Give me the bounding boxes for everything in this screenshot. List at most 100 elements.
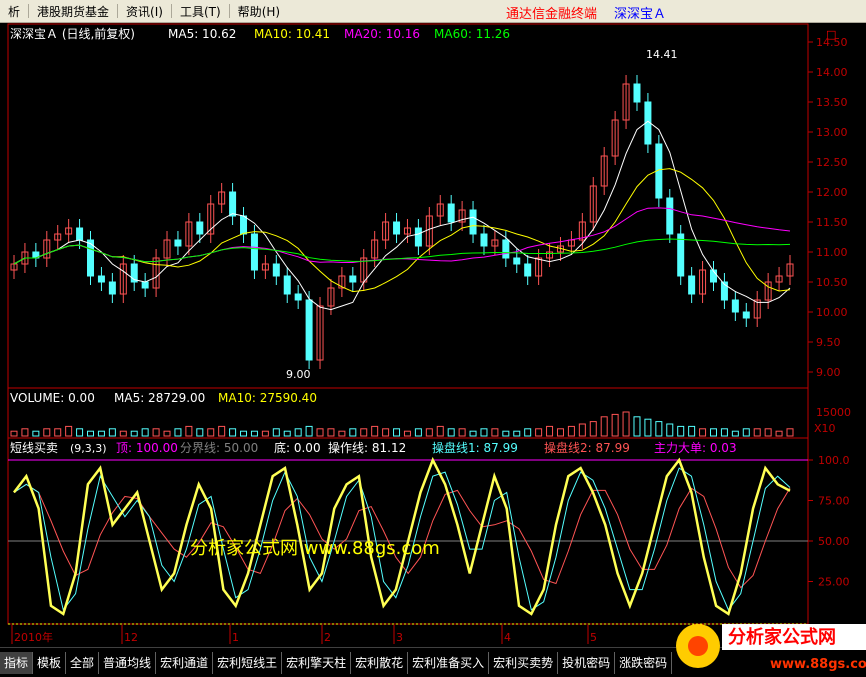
tab-4[interactable]: 宏利通道 [156, 651, 214, 674]
volume-bar [349, 428, 357, 437]
tab-3[interactable]: 普通均线 [99, 651, 157, 674]
volume-bar [546, 425, 554, 437]
volume-bar [174, 428, 182, 437]
indicator-tick-label: 50.00 [818, 535, 850, 548]
volume-bar [283, 430, 291, 437]
candle-body [633, 83, 641, 103]
volume-bar [600, 416, 608, 437]
tab-5[interactable]: 宏利短线王 [213, 651, 283, 674]
ma60-label: MA60: 11.26 [434, 27, 510, 41]
candle-body [524, 263, 532, 277]
volume-bar [382, 428, 390, 437]
moving-average-lines [13, 120, 791, 311]
volume-bar [10, 430, 18, 437]
candle-body [742, 311, 750, 319]
volume-bar [207, 428, 215, 437]
terminal-title-link[interactable]: 通达信金融终端 [506, 3, 597, 22]
volume-bar [589, 421, 597, 437]
volume-bar [425, 428, 433, 437]
watermark-text: 分析家公式网 www.88gs.com [190, 538, 440, 559]
volume-tick: 15000 [816, 406, 851, 419]
tab-6[interactable]: 宏利擎天柱 [282, 651, 352, 674]
price-tick-label: 9.50 [816, 336, 841, 349]
candle-body [688, 275, 696, 295]
indicator-top: 顶: 100.00 [116, 441, 178, 455]
volume-bar [753, 428, 761, 437]
volume-ma10-label: MA10: 27590.40 [218, 391, 317, 405]
volume-bar [152, 428, 160, 437]
candle-body [393, 221, 401, 235]
tab-8[interactable]: 宏利准备买入 [408, 651, 490, 674]
volume-bar [97, 430, 105, 437]
tab-1[interactable]: 模板 [33, 651, 67, 674]
candle-body [283, 275, 291, 295]
volume-bar [535, 428, 543, 437]
ma20-line [13, 207, 791, 265]
price-tick-label: 11.00 [816, 246, 848, 259]
candle-body [250, 233, 258, 271]
date-tick-label: 5 [590, 631, 597, 644]
stock-name-link[interactable]: 深深宝Ａ [614, 3, 666, 22]
volume-bar [338, 430, 346, 437]
menu-hk-futures[interactable]: 港股期货基金 [29, 3, 117, 20]
menu-tools[interactable]: 工具(T) [172, 3, 229, 20]
date-tick-label: 3 [396, 631, 403, 644]
menu-news[interactable]: 资讯(I) [118, 3, 171, 20]
volume-bar [119, 430, 127, 437]
price-tick-label: 9.00 [816, 366, 841, 379]
volume-bar [163, 430, 171, 437]
candle-body [513, 257, 521, 265]
tab-0[interactable]: 指标 [0, 651, 34, 674]
tab-11[interactable]: 涨跌密码 [615, 651, 673, 674]
volume-bar [240, 430, 248, 437]
volume-bar [261, 430, 269, 437]
menu-help-shortcut: (H) [261, 4, 281, 19]
volume-bar [141, 428, 149, 437]
volume-bar [327, 428, 335, 437]
site-logo: 分析家公式网 www.88gs.com [676, 624, 866, 672]
tab-10[interactable]: 投机密码 [558, 651, 616, 674]
date-tick-label: 2010年 [14, 630, 53, 644]
menu-help[interactable]: 帮助(H) [230, 3, 288, 20]
tab-9[interactable]: 宏利买卖势 [489, 651, 559, 674]
volume-bar [677, 425, 685, 437]
volume-bar [578, 423, 586, 437]
candle-body [480, 233, 488, 247]
chart-area[interactable]: 深深宝Ａ (日线,前复权) MA5: 10.62 MA10: 10.41 MA2… [0, 22, 866, 646]
indicator-tick-label: 75.00 [818, 495, 850, 508]
menu-analysis[interactable]: 析 [0, 3, 28, 20]
volume-bar [316, 428, 324, 437]
volume-bar [218, 425, 226, 437]
price-tick-label: 14.50 [816, 36, 848, 49]
logo-title: 分析家公式网 [728, 626, 836, 648]
volume-bar [699, 428, 707, 437]
volume-bar [611, 413, 619, 437]
volume-bar [436, 425, 444, 437]
candle-body [305, 299, 313, 361]
candle-body [272, 263, 280, 277]
indicator-operate-line: 操作线: 81.12 [328, 440, 406, 455]
date-tick-label: 1 [232, 631, 239, 644]
candlestick-series [10, 75, 794, 369]
tab-7[interactable]: 宏利散花 [351, 651, 409, 674]
candle-body [196, 221, 204, 235]
candle-body [731, 299, 739, 313]
volume-bar [21, 428, 29, 437]
volume-bar [447, 428, 455, 437]
price-tick-label: 11.50 [816, 216, 848, 229]
volume-bar [458, 428, 466, 437]
ma60-line [13, 238, 791, 265]
volume-bar [65, 425, 73, 437]
low-price-label: 9.00 [286, 368, 311, 381]
price-tick-label: 12.50 [816, 156, 848, 169]
indicator-tick-label: 100.0 [818, 454, 850, 467]
candle-body [294, 293, 302, 301]
ma10-label: MA10: 10.41 [254, 27, 330, 41]
volume-bar [491, 428, 499, 437]
volume-bar [775, 430, 783, 437]
stock-chart[interactable]: 深深宝Ａ (日线,前复权) MA5: 10.62 MA10: 10.41 MA2… [0, 22, 866, 646]
logo-url: www.88gs.com [770, 657, 866, 672]
volume-bar [250, 430, 258, 437]
menu-tools-label: 工具 [179, 4, 204, 19]
tab-2[interactable]: 全部 [66, 651, 100, 674]
